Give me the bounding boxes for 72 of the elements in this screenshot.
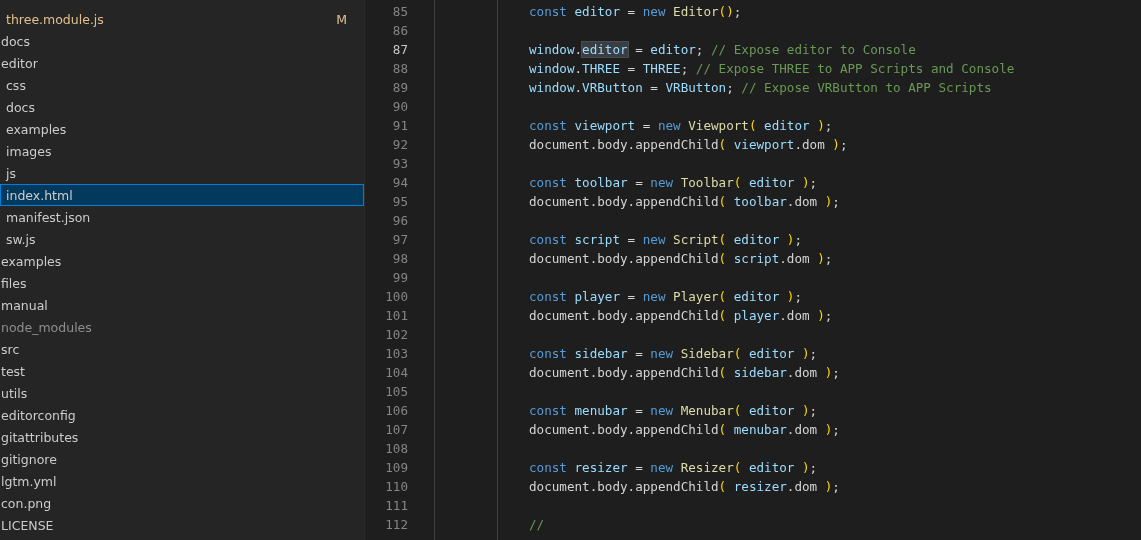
line-number: 109 <box>385 459 408 477</box>
file-tree-item[interactable]: css <box>0 74 364 96</box>
line-number: 102 <box>385 326 408 344</box>
line-number: 103 <box>385 345 408 363</box>
file-tree-item[interactable]: lgtm.yml <box>0 470 364 492</box>
file-tree-item[interactable]: editorconfig <box>0 404 364 426</box>
file-tree-item[interactable]: docs <box>0 96 364 118</box>
code-line: const player = new Player( editor ); <box>529 288 804 306</box>
line-number: 110 <box>385 478 408 496</box>
file-tree-item[interactable]: examples <box>0 250 364 272</box>
code-line: // <box>529 516 546 534</box>
line-number: 106 <box>385 402 408 420</box>
file-tree-item[interactable]: gitignore <box>0 448 364 470</box>
file-tree-item[interactable]: utils <box>0 382 364 404</box>
code-line: document.body.appendChild( viewport.dom ); <box>529 136 849 154</box>
code-line: window.THREE = THREE; // Expose THREE to APP Scripts and Console <box>529 60 1016 78</box>
line-number: 105 <box>385 383 408 401</box>
line-number: 94 <box>392 174 408 192</box>
file-tree-item[interactable]: test <box>0 360 364 382</box>
code-line: const viewport = new Viewport( editor ); <box>529 117 834 135</box>
code-line: document.body.appendChild( player.dom ); <box>529 307 834 325</box>
line-number: 93 <box>392 155 408 173</box>
file-tree-item[interactable]: sw.js <box>0 228 364 250</box>
code-line: const editor = new Editor(); <box>529 3 743 21</box>
file-tree-item[interactable]: gitattributes <box>0 426 364 448</box>
file-tree-item[interactable]: files <box>0 272 364 294</box>
file-tree-item[interactable]: index.html <box>0 184 364 206</box>
file-tree-item[interactable]: editor <box>0 52 364 74</box>
file-tree-item[interactable]: three.module.js M <box>0 8 364 30</box>
line-number: 88 <box>392 60 408 78</box>
line-number: 97 <box>392 231 408 249</box>
git-status-label: M <box>336 11 347 27</box>
file-tree-item[interactable]: LICENSE <box>0 514 364 536</box>
line-number: 101 <box>385 307 408 325</box>
file-tree-item[interactable]: node_modules <box>0 316 364 338</box>
file-tree-item[interactable]: src <box>0 338 364 360</box>
line-number: 90 <box>392 98 408 116</box>
line-number: 98 <box>392 250 408 268</box>
line-number: 86 <box>392 22 408 40</box>
line-number: 85 <box>392 3 408 21</box>
file-tree-item[interactable]: docs <box>0 30 364 52</box>
line-number: 107 <box>385 421 408 439</box>
line-number: 91 <box>392 117 408 135</box>
file-tree-item[interactable]: examples <box>0 118 364 140</box>
line-number: 100 <box>385 288 408 306</box>
file-tree-item[interactable]: images <box>0 140 364 162</box>
code-line: const resizer = new Resizer( editor ); <box>529 459 819 477</box>
code-line: window.VRButton = VRButton; // Expose VRButton to APP Scripts <box>529 79 993 97</box>
line-number: 99 <box>392 269 408 287</box>
file-tree-item[interactable]: con.png <box>0 492 364 514</box>
line-number: 89 <box>392 79 408 97</box>
code-line: const menubar = new Menubar( editor ); <box>529 402 819 420</box>
line-number: 108 <box>385 440 408 458</box>
code-line: const toolbar = new Toolbar( editor ); <box>529 174 819 192</box>
line-number: 95 <box>392 193 408 211</box>
file-tree-item[interactable]: js <box>0 162 364 184</box>
line-number: 111 <box>385 497 408 515</box>
code-line: window.editor = editor; // Expose editor to Console <box>529 41 917 59</box>
code-line: const sidebar = new Sidebar( editor ); <box>529 345 819 363</box>
file-tree-item[interactable]: manual <box>0 294 364 316</box>
line-number: 112 <box>385 516 408 534</box>
line-number: 104 <box>385 364 408 382</box>
code-line: const script = new Script( editor ); <box>529 231 804 249</box>
line-number: 96 <box>392 212 408 230</box>
code-line: document.body.appendChild( menubar.dom ); <box>529 421 841 439</box>
file-tree-item[interactable]: manifest.json <box>0 206 364 228</box>
code-line: document.body.appendChild( script.dom ); <box>529 250 834 268</box>
code-line: document.body.appendChild( sidebar.dom ); <box>529 364 841 382</box>
line-number: 92 <box>392 136 408 154</box>
code-line: document.body.appendChild( toolbar.dom ); <box>529 193 841 211</box>
code-line: document.body.appendChild( resizer.dom ); <box>529 478 841 496</box>
line-number: 87 <box>392 41 408 59</box>
